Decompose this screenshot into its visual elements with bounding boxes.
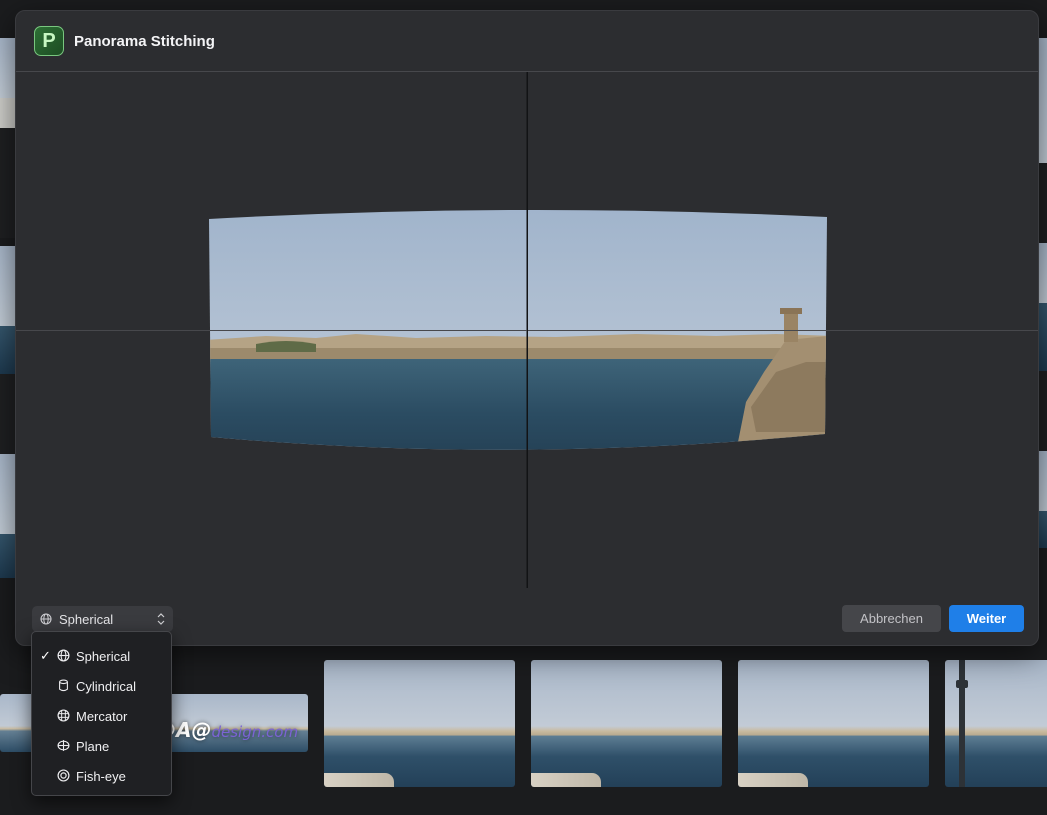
panorama-stitching-dialog: P Panorama Stitching Spherical Abbrechen… <box>15 10 1039 646</box>
next-button[interactable]: Weiter <box>949 605 1024 632</box>
app-logo-icon: P <box>34 26 64 56</box>
menu-item-label: Spherical <box>76 648 131 664</box>
checkmark-icon: ✓ <box>40 648 51 663</box>
center-guide-line[interactable] <box>527 72 528 588</box>
projection-menu: ✓ Spherical Cylindrical Mercator Plane F… <box>31 631 172 796</box>
projection-select[interactable]: Spherical <box>32 606 173 632</box>
menu-item-spherical[interactable]: ✓ Spherical <box>32 641 171 671</box>
dialog-titlebar: P Panorama Stitching <box>16 11 1038 72</box>
menu-item-label: Mercator <box>76 708 128 724</box>
watermark: @A@design.com <box>156 718 298 742</box>
filmstrip-thumbnail[interactable] <box>945 660 1047 787</box>
mercator-grid-icon <box>57 709 71 723</box>
filmstrip-thumbnail[interactable] <box>531 660 722 787</box>
menu-item-plane[interactable]: Plane <box>32 731 171 761</box>
menu-item-label: Cylindrical <box>76 678 136 694</box>
cancel-button[interactable]: Abbrechen <box>842 605 941 632</box>
projection-select-value: Spherical <box>59 611 114 627</box>
filmstrip-thumbnail[interactable] <box>324 660 515 787</box>
menu-item-label: Plane <box>76 738 110 754</box>
menu-item-fisheye[interactable]: Fish-eye <box>32 761 171 791</box>
globe-icon <box>57 649 71 663</box>
menu-item-label: Fish-eye <box>76 768 126 784</box>
filmstrip-thumbnail[interactable] <box>738 660 929 787</box>
fisheye-icon <box>57 769 71 783</box>
dialog-title: Panorama Stitching <box>74 32 215 50</box>
chevron-up-down-icon <box>157 611 165 627</box>
menu-item-cylindrical[interactable]: Cylindrical <box>32 671 171 701</box>
watermark-suffix: design.com <box>211 723 299 741</box>
plane-icon <box>57 739 71 753</box>
background-photo-strip-left <box>0 38 16 578</box>
cylinder-icon <box>57 679 71 693</box>
background-photo-strip-right <box>1038 38 1047 548</box>
globe-icon <box>40 613 52 625</box>
panorama-preview-canvas[interactable] <box>16 72 1038 588</box>
menu-item-mercator[interactable]: Mercator <box>32 701 171 731</box>
